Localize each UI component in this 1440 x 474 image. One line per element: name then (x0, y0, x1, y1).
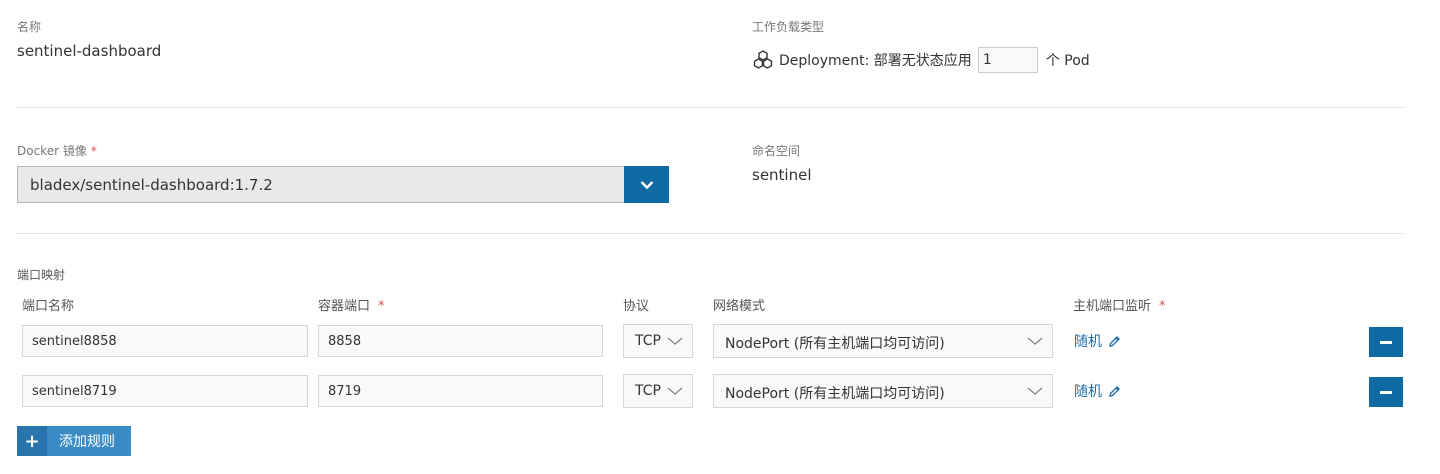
col-header-container-port: 容器端口 * (318, 295, 385, 314)
name-label: 名称 (17, 20, 42, 34)
divider (17, 107, 1404, 108)
remove-row-button[interactable] (1369, 377, 1403, 407)
col-header-container-port-text: 容器端口 (318, 299, 371, 314)
network-mode-value: NodePort (所有主机端口均可访问) (725, 336, 945, 352)
port-name-input[interactable] (22, 375, 308, 407)
add-rule-button[interactable]: + 添加规则 (17, 426, 131, 456)
required-marker: * (1159, 299, 1166, 314)
plus-icon: + (17, 426, 47, 456)
workload-label: 工作负载类型 (752, 20, 825, 34)
namespace-label: 命名空间 (752, 144, 801, 158)
col-header-host-port: 主机端口监听 * (1073, 295, 1166, 314)
col-header-network-mode: 网络模式 (713, 299, 766, 314)
host-port-value: 随机 (1074, 334, 1102, 350)
chevron-down-icon (1027, 334, 1043, 352)
port-name-input[interactable] (22, 325, 308, 357)
host-port-random-link[interactable]: 随机 (1074, 331, 1121, 351)
col-header-protocol: 协议 (623, 299, 650, 314)
protocol-select[interactable]: TCP (623, 324, 693, 358)
docker-image-label: Docker 镜像 * (17, 142, 97, 159)
protocol-select[interactable]: TCP (623, 374, 693, 408)
workload-type: Deployment: 部署无状态应用 个 Pod (752, 47, 1090, 73)
network-mode-select[interactable]: NodePort (所有主机端口均可访问) (713, 324, 1053, 358)
required-marker: * (90, 144, 97, 158)
replica-unit: 个 Pod (1045, 53, 1090, 69)
host-port-random-link[interactable]: 随机 (1074, 381, 1121, 401)
container-port-input[interactable] (318, 375, 603, 407)
pencil-icon[interactable] (1108, 335, 1121, 348)
remove-row-button[interactable] (1369, 327, 1403, 357)
namespace-value: sentinel (752, 166, 812, 184)
host-port-value: 随机 (1074, 384, 1102, 400)
deployment-icon (752, 49, 774, 71)
name-value: sentinel-dashboard (17, 42, 162, 60)
col-header-port-name: 端口名称 (22, 299, 75, 314)
chevron-down-icon (640, 180, 654, 190)
required-marker: * (378, 299, 385, 314)
pencil-icon[interactable] (1108, 385, 1121, 398)
chevron-down-icon (667, 334, 683, 352)
image-dropdown-button[interactable] (624, 166, 669, 203)
docker-image-select[interactable]: bladex/sentinel-dashboard:1.7.2 (17, 166, 625, 203)
protocol-select-value: TCP (635, 383, 661, 399)
workload-type-text: Deployment: 部署无状态应用 (779, 53, 972, 69)
docker-image-label-text: Docker 镜像 (17, 144, 87, 158)
chevron-down-icon (667, 384, 683, 402)
container-port-input[interactable] (318, 325, 603, 357)
network-mode-select[interactable]: NodePort (所有主机端口均可访问) (713, 374, 1053, 408)
minus-icon (1380, 340, 1392, 344)
add-rule-label: 添加规则 (59, 434, 115, 450)
divider (17, 233, 1404, 234)
col-header-host-port-text: 主机端口监听 (1073, 299, 1152, 314)
protocol-select-value: TCP (635, 333, 661, 349)
chevron-down-icon (1027, 384, 1043, 402)
port-mapping-label: 端口映射 (17, 268, 66, 282)
replica-count-input[interactable] (977, 47, 1038, 73)
minus-icon (1380, 390, 1392, 394)
network-mode-value: NodePort (所有主机端口均可访问) (725, 386, 945, 402)
